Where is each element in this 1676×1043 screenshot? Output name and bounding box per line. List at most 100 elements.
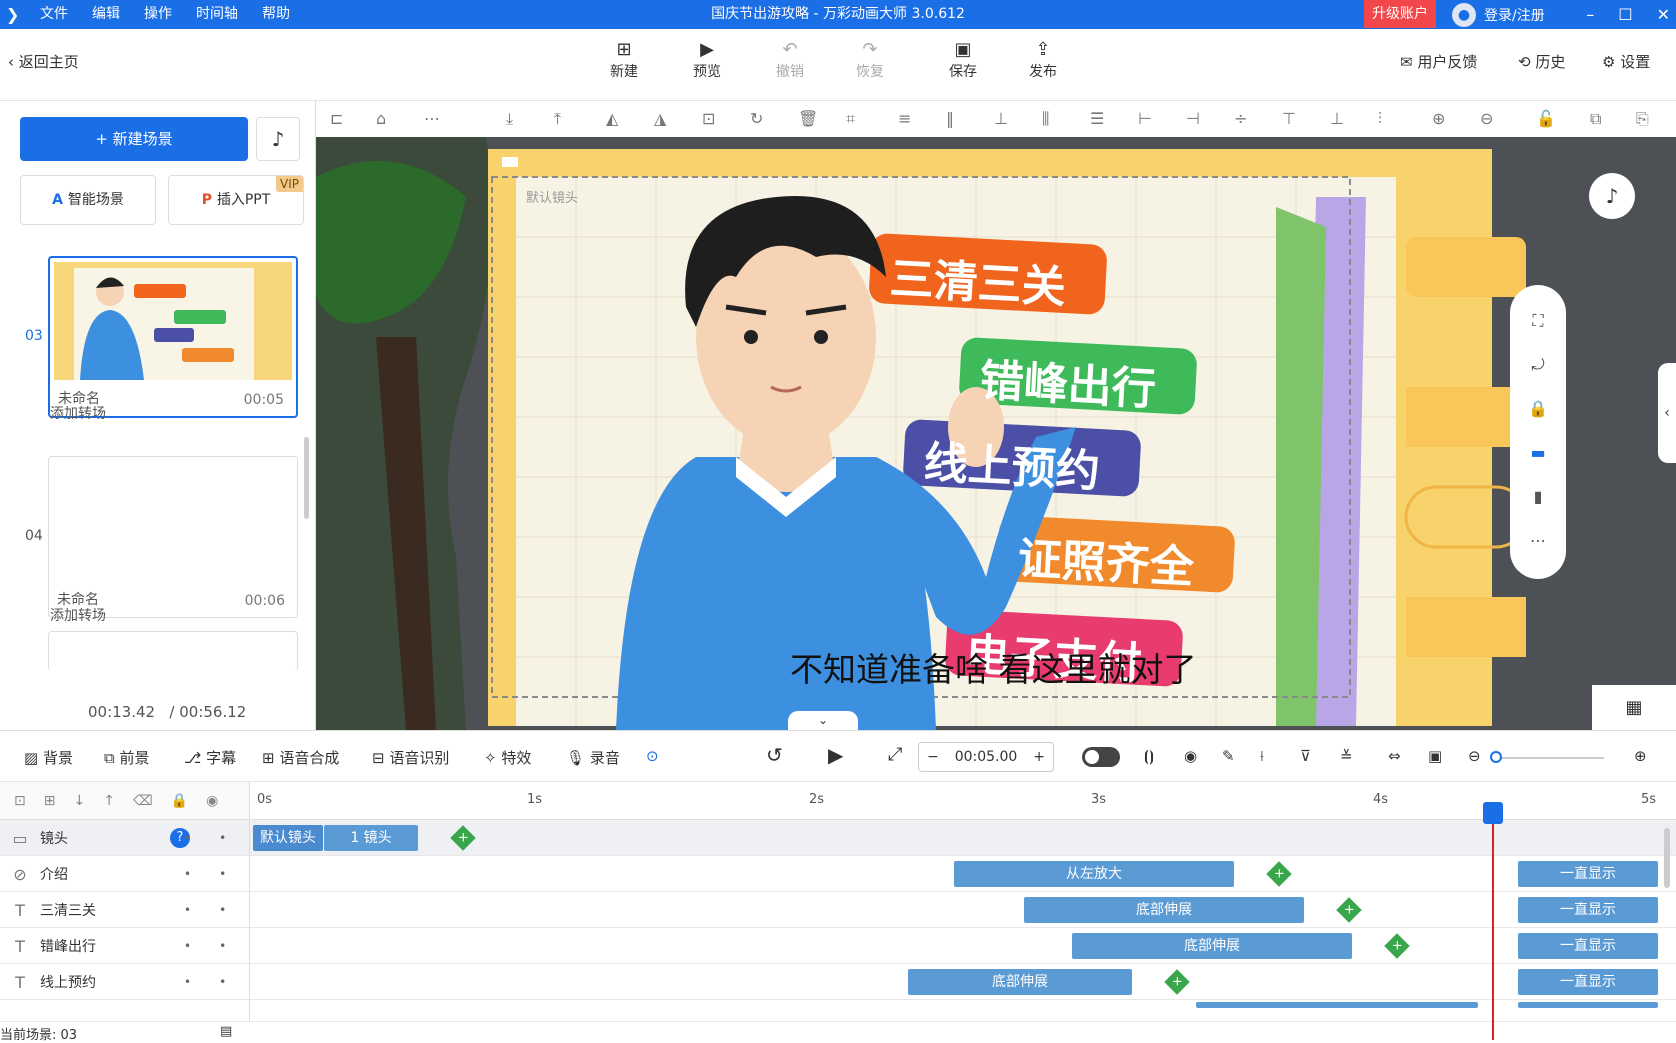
close-icon[interactable]: ✕ xyxy=(1657,5,1670,24)
minimize-icon[interactable]: – xyxy=(1586,5,1594,24)
redo-button[interactable]: ↷ 恢复 xyxy=(840,39,900,81)
login-button[interactable]: ● 登录/注册 xyxy=(1452,0,1545,29)
add-keyframe-icon[interactable]: + xyxy=(450,825,476,851)
tag-3[interactable]: 线上预约 xyxy=(922,426,1101,499)
clip-always-show[interactable]: 一直显示 xyxy=(1518,897,1658,923)
more-icon[interactable]: ⋯ xyxy=(1510,519,1566,563)
clip-always-show[interactable]: 一直显示 xyxy=(1518,969,1658,995)
feedback-button[interactable]: ✉ 用户反馈 xyxy=(1400,51,1477,72)
zoom-in-icon[interactable]: ⊕ xyxy=(1432,109,1445,128)
unlock-icon[interactable]: 🔓 xyxy=(1536,109,1556,128)
upgrade-button[interactable]: 升级账户 xyxy=(1364,0,1436,28)
status-icon[interactable]: ▤ xyxy=(220,1024,232,1039)
split-icon[interactable]: ⟊ xyxy=(1260,747,1264,765)
camera-rotate-icon[interactable]: ⤾ xyxy=(1510,343,1566,387)
scene-card-04[interactable]: 未命名 00:06 xyxy=(48,456,298,618)
add-keyframe-icon[interactable]: + xyxy=(1266,861,1292,887)
filter-icon[interactable]: ⊽ xyxy=(1300,747,1311,765)
home-icon[interactable]: ⌂ xyxy=(376,109,386,128)
rotate-icon[interactable]: ↻ xyxy=(750,109,763,128)
clip-always-show[interactable]: 一直显示 xyxy=(1518,933,1658,959)
stage-canvas[interactable]: 三清三关 错峰出行 线上预约 证照齐全 电子支付 默认镜头 不知道准备啥 看这里… xyxy=(316,137,1676,730)
add-transition-button[interactable]: 添加转场 xyxy=(50,403,106,423)
distribute-v-icon[interactable]: ☰ xyxy=(1090,109,1104,128)
play-icon[interactable]: ▶ xyxy=(828,743,843,767)
track-text-1[interactable]: T 三清三关 •• 底部伸展 + 一直显示 xyxy=(0,892,1676,928)
eye-icon[interactable]: ◉ xyxy=(206,793,218,809)
menu-edit[interactable]: 编辑 xyxy=(80,0,132,29)
zoom-slider-knob[interactable] xyxy=(1490,751,1502,763)
panel-expand-icon[interactable]: ‹ xyxy=(1658,363,1676,463)
layer-down-icon[interactable]: ⤓ xyxy=(506,109,513,129)
insert-ppt-button[interactable]: P 插入PPT VIP xyxy=(168,175,304,225)
preview-button[interactable]: ▶ 预览 xyxy=(677,39,737,81)
screen-landscape-icon[interactable]: ▬ xyxy=(1510,431,1566,475)
timeline-scrollbar[interactable] xyxy=(1664,828,1670,888)
edit-icon[interactable]: ✎ xyxy=(1222,747,1235,765)
clip-always-show[interactable]: 一直显示 xyxy=(1518,861,1658,887)
clip-expand-anim[interactable]: 底部伸展 xyxy=(1072,933,1352,959)
undo-button[interactable]: ↶ 撤销 xyxy=(760,39,820,81)
bracket-icon[interactable]: ⦗⦘ xyxy=(1144,747,1154,765)
align-left-icon[interactable]: ⊢ xyxy=(1138,109,1152,128)
delete-icon[interactable]: ⌫ xyxy=(133,793,153,809)
zoom-in-icon[interactable]: ⊕ xyxy=(1634,747,1647,765)
copy-icon[interactable]: ⧉ xyxy=(1590,109,1601,129)
add-layer-icon[interactable]: ⊞ xyxy=(44,793,56,809)
mirror-icon[interactable]: ◮ xyxy=(654,109,666,128)
effects-button[interactable]: ✧ 特效 xyxy=(484,747,531,768)
layer-up-icon[interactable]: ⤒ xyxy=(554,109,561,129)
add-transition-button[interactable]: 添加转场 xyxy=(50,605,106,625)
clip-partial[interactable] xyxy=(1196,1002,1478,1008)
group-icon[interactable]: ⌗ xyxy=(846,109,855,129)
toggle-switch[interactable] xyxy=(1082,747,1120,767)
adjust-icon[interactable]: ≚ xyxy=(1340,747,1353,765)
duration-value[interactable]: 00:05.00 xyxy=(955,749,1018,765)
playhead-handle[interactable] xyxy=(1483,802,1503,824)
camera-icon[interactable]: ◉ xyxy=(1184,747,1197,765)
settings-button[interactable]: ⚙ 设置 xyxy=(1602,51,1650,72)
clip-camera-1[interactable]: 1 镜头 xyxy=(324,825,418,851)
music-button[interactable]: ♪ xyxy=(256,117,300,161)
spacing-icon[interactable]: ⫶ xyxy=(1378,109,1382,129)
increase-button[interactable]: + xyxy=(1033,749,1045,765)
publish-button[interactable]: ⇪ 发布 xyxy=(1013,39,1073,81)
record-button[interactable]: 🎙 录音 xyxy=(566,747,620,768)
clip-expand-anim[interactable]: 底部伸展 xyxy=(908,969,1132,995)
asr-button[interactable]: ⊟ 语音识别 xyxy=(372,747,449,768)
align-center-icon[interactable]: ≡ xyxy=(898,109,911,128)
ratio-icon[interactable]: ▣ xyxy=(1428,747,1442,765)
duration-stepper[interactable]: − 00:05.00 + xyxy=(918,742,1054,772)
history-button[interactable]: ⟲ 历史 xyxy=(1518,51,1565,72)
track-intro[interactable]: ⊘ 介绍 •• 从左放大 + 一直显示 xyxy=(0,856,1676,892)
distribute-h-icon[interactable]: ⫼ xyxy=(1042,109,1049,129)
back-home-button[interactable]: ‹ 返回主页 xyxy=(8,51,79,72)
zoom-out-icon[interactable]: ⊖ xyxy=(1480,109,1493,128)
add-keyframe-icon[interactable]: + xyxy=(1384,933,1410,959)
time-ruler[interactable]: 0s 1s 2s 3s 4s 5s xyxy=(251,782,1676,820)
new-button[interactable]: ⊞ 新建 xyxy=(594,39,654,81)
scene-card-next[interactable] xyxy=(48,631,298,671)
align-bottom-icon[interactable]: ⊥ xyxy=(994,109,1008,128)
move-down-icon[interactable]: ↓ xyxy=(73,793,85,809)
decrease-button[interactable]: − xyxy=(927,749,939,765)
subtitle-text[interactable]: 不知道准备啥 看这里就对了 xyxy=(790,643,1197,691)
more-icon[interactable]: ⋯ xyxy=(424,109,440,128)
lock-icon[interactable]: 🔒 xyxy=(171,793,188,809)
clip-default-camera[interactable]: 默认镜头 xyxy=(253,825,323,851)
move-up-icon[interactable]: ↑ xyxy=(103,793,115,809)
tag-4[interactable]: 证照齐全 xyxy=(1016,522,1195,595)
scene-card-03[interactable]: 未命名 00:05 xyxy=(48,256,298,418)
clip-expand-anim[interactable]: 底部伸展 xyxy=(1024,897,1304,923)
new-folder-icon[interactable]: ⊡ xyxy=(14,793,26,809)
track-text-3[interactable]: T 线上预约 •• 底部伸展 + 一直显示 xyxy=(0,964,1676,1000)
collapse-chevron-icon[interactable]: ⌄ xyxy=(788,711,858,730)
menu-operate[interactable]: 操作 xyxy=(132,0,184,29)
align-middle-icon[interactable]: ÷ xyxy=(1234,109,1247,128)
align-v-icon[interactable]: ‖ xyxy=(946,109,954,128)
zoom-out-icon[interactable]: ⊖ xyxy=(1468,747,1481,765)
fit-screen-icon[interactable]: ⛶ xyxy=(1510,299,1566,343)
add-keyframe-icon[interactable]: + xyxy=(1336,897,1362,923)
lock-icon[interactable]: ⊡ xyxy=(702,109,715,128)
paste-icon[interactable]: ⎘ xyxy=(1636,109,1649,129)
